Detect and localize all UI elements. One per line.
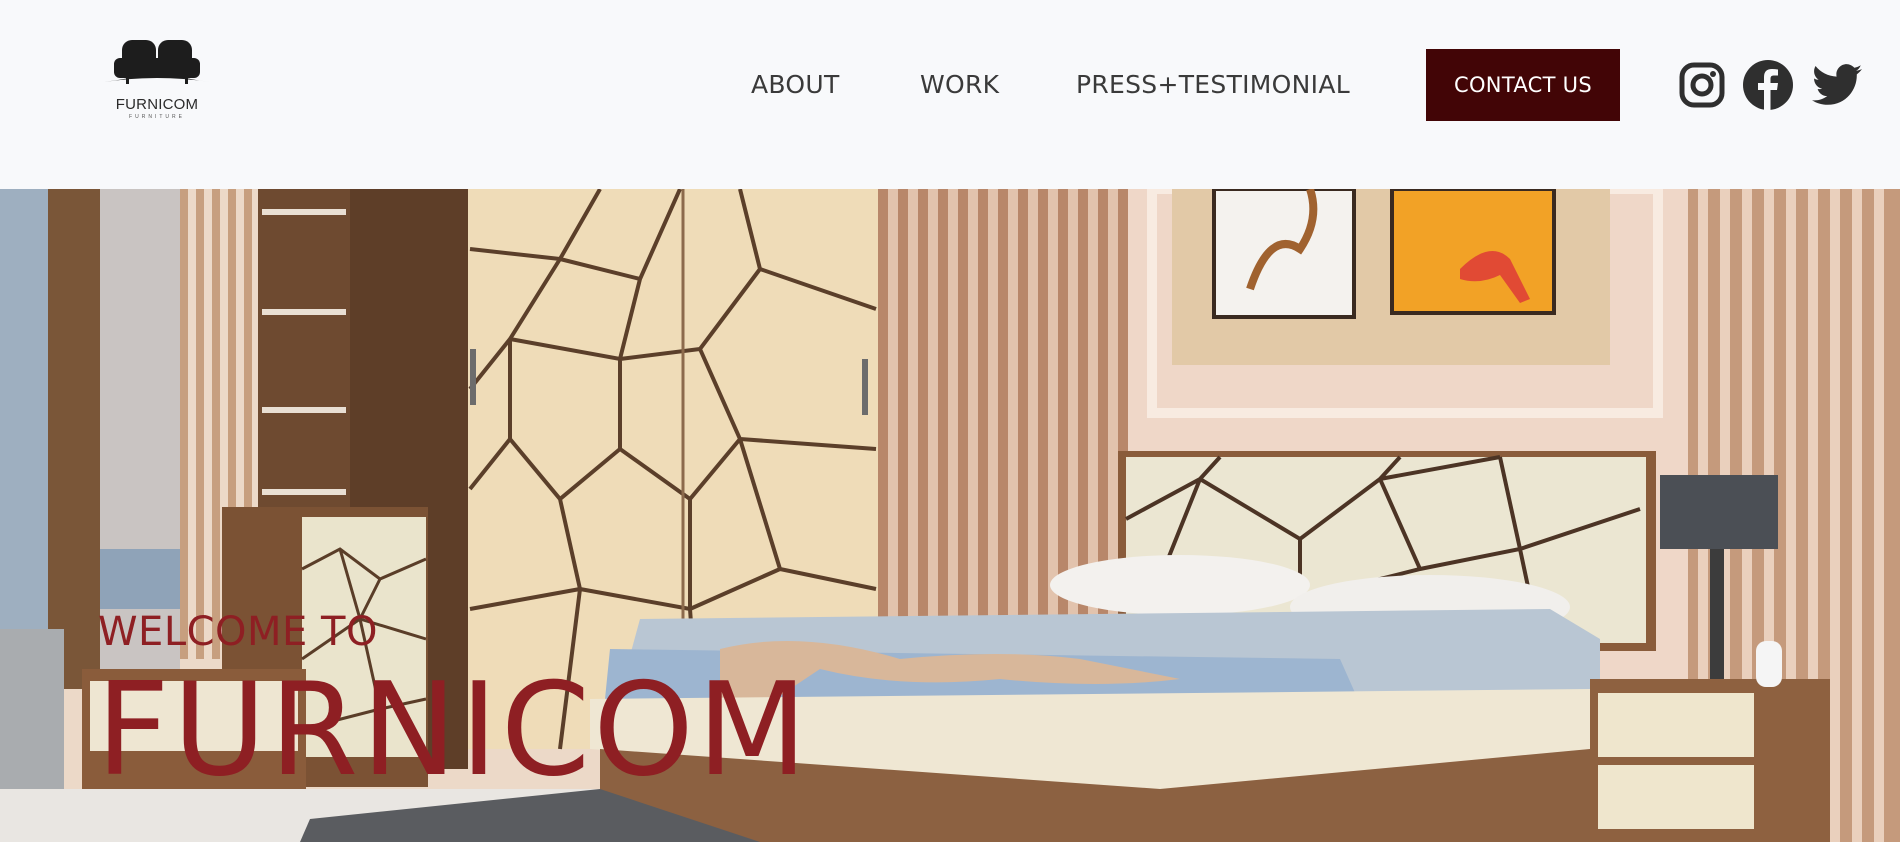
nav-about[interactable]: ABOUT [751,70,840,99]
facebook-link[interactable] [1743,57,1793,113]
brand-heading: FURNICOM [96,656,811,805]
site-header: FURNICOM FURNITURE ABOUT WORK PRESS+TEST… [0,0,1900,189]
logo-name: FURNICOM [115,96,199,113]
sofa-icon [104,40,210,84]
logo-tagline: FURNITURE [129,114,185,120]
welcome-heading: WELCOME TO [98,609,378,655]
instagram-link[interactable] [1677,57,1727,113]
contact-us-button[interactable]: CONTACT US [1426,49,1620,121]
nav-press-testimonial[interactable]: PRESS+TESTIMONIAL [1076,70,1350,99]
twitter-link[interactable] [1812,57,1862,113]
logo[interactable]: FURNICOM FURNITURE [98,36,216,136]
nav-work[interactable]: WORK [920,70,999,99]
instagram-icon [1679,62,1725,108]
facebook-icon [1743,60,1793,110]
twitter-icon [1812,64,1862,105]
hero-section: WELCOME TO FURNICOM [0,189,1900,842]
